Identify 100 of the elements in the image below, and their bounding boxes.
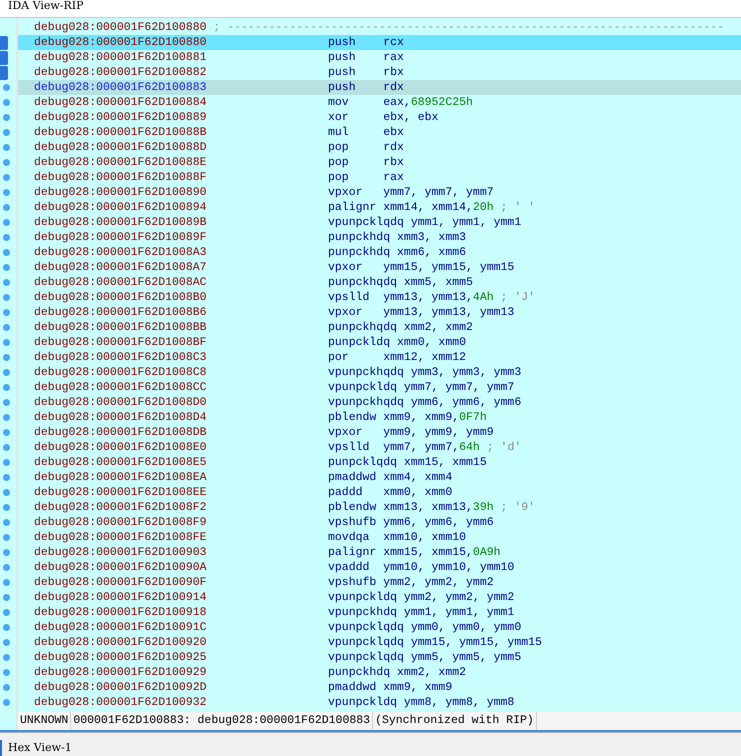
jump-marker-icon[interactable]: [0, 36, 8, 50]
address-label: debug028:000001F62D1008F2: [34, 500, 208, 516]
listing-row[interactable]: debug028:000001F62D1008E5 punpcklqdq xmm15, xmm15: [18, 455, 741, 470]
listing-row[interactable]: debug028:000001F62D100894 palignr xmm14, xmm14,20h ; ' ': [18, 200, 741, 215]
operands: ymm7, ymm7, ymm7: [404, 380, 514, 396]
address-label: debug028:000001F62D10088E: [34, 154, 208, 171]
status-field: 000001F62D100883: debug028:000001F62D100883: [71, 712, 374, 730]
listing-row[interactable]: debug028:000001F62D1008AC punpckhqdq xmm5, xmm5: [18, 275, 741, 290]
operands: xmm2, xmm2: [397, 664, 466, 681]
listing-row[interactable]: debug028:000001F62D1008A3 punpckhdq xmm6, xmm6: [18, 245, 741, 260]
listing-row[interactable]: debug028:000001F62D1008DB vpxor ymm9, ymm9, ymm9: [18, 425, 741, 440]
address-label: debug028:000001F62D10089B: [34, 214, 208, 231]
mnemonic: punpckhdq: [328, 244, 392, 261]
listing-row[interactable]: debug028:000001F62D1008B0 vpslld ymm13, ymm13,4Ah ; 'J': [18, 290, 741, 305]
address-label: debug028:000001F62D100890: [34, 184, 208, 201]
listing-row[interactable]: debug028:000001F62D100890 vpxor ymm7, ymm7, ymm7: [18, 185, 741, 200]
operands: rdx: [383, 140, 404, 156]
listing-row[interactable]: debug028:000001F62D1008A7 vpxor ymm15, ymm15, ymm15: [18, 260, 741, 275]
listing-row[interactable]: debug028:000001F62D1008FE movdqa xmm10, xmm10: [18, 530, 741, 545]
comment: ; 'J': [500, 290, 536, 306]
address-label: debug028:000001F62D1008EE: [34, 484, 208, 501]
address-label: debug028:000001F62D10091C: [34, 620, 208, 636]
address-label: debug028:000001F62D1008EA: [34, 470, 208, 486]
listing-row[interactable]: debug028:000001F62D10090A vpaddd ymm10, ymm10, ymm10: [18, 560, 741, 575]
operands: ymm1, ymm1, ymm1: [410, 214, 522, 231]
listing-row[interactable]: debug028:000001F62D100889 xor ebx, ebx: [18, 110, 741, 125]
operands: ymm7, ymm7,: [383, 440, 460, 456]
listing-row[interactable]: debug028:000001F62D1008B6 vpxor ymm13, ymm13, ymm13: [18, 305, 741, 320]
window-title: IDA View-RIP: [8, 0, 84, 12]
mnemonic: por: [328, 350, 350, 366]
address-label: debug028:000001F62D1008C8: [34, 364, 208, 381]
listing-row[interactable]: debug028:000001F62D10092D pmaddwd xmm9, xmm9: [18, 680, 741, 695]
listing-row[interactable]: debug028:000001F62D100880 ; ------------------------------------------------------------------------: [18, 20, 741, 35]
listing-row[interactable]: debug028:000001F62D100918 vpunpckhdq ymm1, ymm1, ymm1: [18, 605, 741, 620]
mnemonic: palignr: [328, 200, 378, 216]
listing-row[interactable]: debug028:000001F62D1008C3 por xmm12, xmm12: [18, 350, 741, 365]
listing-row[interactable]: debug028:000001F62D1008EA pmaddwd xmm4, xmm4: [18, 470, 741, 485]
mnemonic: pop: [328, 170, 350, 186]
listing-row[interactable]: debug028:000001F62D100903 palignr xmm15, xmm15,0A9h: [18, 545, 741, 560]
operands: xmm3, xmm3: [397, 230, 466, 246]
listing-row[interactable]: debug028:000001F62D1008CC vpunpckldq ymm7, ymm7, ymm7: [18, 380, 741, 395]
listing-row[interactable]: debug028:000001F62D1008F2 pblendw xmm13, xmm13,39h ; '9': [18, 500, 741, 515]
listing-row[interactable]: debug028:000001F62D10088F pop rax: [18, 170, 741, 185]
address-label: debug028:000001F62D100881: [34, 50, 208, 66]
address-label: debug028:000001F62D1008B0: [34, 290, 208, 306]
listing-row[interactable]: debug028:000001F62D100920 vpunpcklqdq ymm15, ymm15, ymm15: [18, 635, 741, 650]
status-field: (Synchronized with RIP): [373, 712, 537, 730]
listing-row[interactable]: debug028:000001F62D100914 vpunpckldq ymm2, ymm2, ymm2: [18, 590, 741, 605]
operands: xmm0, xmm0: [383, 484, 452, 501]
tab-title[interactable]: Hex View-1: [8, 740, 72, 756]
mnemonic: vpaddd: [328, 560, 370, 576]
address-label: debug028:000001F62D100880: [34, 34, 208, 51]
listing-row[interactable]: debug028:000001F62D10089F punpckhdq xmm3, xmm3: [18, 230, 741, 245]
listing-row[interactable]: debug028:000001F62D100880 push rcx: [18, 35, 741, 50]
listing-row[interactable]: debug028:000001F62D100884 mov eax,68952C25h: [18, 95, 741, 110]
listing-row[interactable]: debug028:000001F62D10088D pop rdx: [18, 140, 741, 155]
operands: ymm0, ymm0, ymm0: [410, 620, 522, 636]
listing-row[interactable]: debug028:000001F62D10089B vpunpcklqdq ymm1, ymm1, ymm1: [18, 215, 741, 230]
address-label: debug028:000001F62D1008A7: [34, 260, 208, 276]
address-label: debug028:000001F62D1008D4: [34, 410, 208, 426]
mnemonic: pmaddwd: [328, 470, 378, 486]
mnemonic: vpunpckldq: [328, 694, 398, 710]
operands: ymm5, ymm5, ymm5: [410, 650, 522, 666]
listing-row[interactable]: debug028:000001F62D1008D4 pblendw xmm9, xmm9,0F7h: [18, 410, 741, 425]
listing-row[interactable]: debug028:000001F62D100929 punpckhdq xmm2, xmm2: [18, 665, 741, 680]
mnemonic: vpunpcklqdq: [328, 634, 405, 651]
listing-row[interactable]: debug028:000001F62D1008BB punpckhqdq xmm2, xmm2: [18, 320, 741, 335]
listing-row[interactable]: debug028:000001F62D10088E pop rbx: [18, 155, 741, 170]
listing-row[interactable]: debug028:000001F62D1008EE paddd xmm0, xmm0: [18, 485, 741, 500]
mnemonic: vpunpcklqdq: [328, 650, 405, 666]
listing-row[interactable]: debug028:000001F62D1008D0 vpunpckhqdq ymm6, ymm6, ymm6: [18, 395, 741, 410]
operands: ymm2, ymm2, ymm2: [383, 574, 494, 591]
listing-row[interactable]: debug028:000001F62D100883 push rdx: [18, 80, 741, 95]
address-label: debug028:000001F62D10090A: [34, 560, 208, 576]
listing-row[interactable]: debug028:000001F62D10090F vpshufb ymm2, ymm2, ymm2: [18, 575, 741, 590]
address-label: debug028:000001F62D100932: [34, 694, 208, 710]
mnemonic: push: [328, 64, 357, 81]
address-label: debug028:000001F62D10088B: [34, 124, 208, 141]
listing-row[interactable]: debug028:000001F62D10091C vpunpcklqdq ymm0, ymm0, ymm0: [18, 620, 741, 635]
mnemonic: punpckhdq: [328, 230, 392, 246]
listing-row[interactable]: debug028:000001F62D1008BF punpckldq xmm0, xmm0: [18, 335, 741, 350]
address-label: debug028:000001F62D100903: [34, 544, 208, 561]
jump-marker-icon[interactable]: [0, 66, 8, 80]
listing-row[interactable]: debug028:000001F62D100932 vpunpckldq ymm8, ymm8, ymm8: [18, 695, 741, 710]
listing-row[interactable]: debug028:000001F62D100882 push rbx: [18, 65, 741, 80]
mnemonic: paddd: [328, 484, 364, 501]
listing-row[interactable]: debug028:000001F62D1008C8 vpunpckhqdq ymm3, ymm3, ymm3: [18, 365, 741, 380]
address-label: debug028:000001F62D1008BB: [34, 320, 208, 336]
operands: rax: [383, 50, 404, 66]
listing-row[interactable]: debug028:000001F62D100881 push rax: [18, 50, 741, 65]
operands: rcx: [383, 34, 404, 51]
listing-row[interactable]: debug028:000001F62D1008F9 vpshufb ymm6, ymm6, ymm6: [18, 515, 741, 530]
immediate-value: 0F7h: [459, 410, 487, 426]
mnemonic: mov: [328, 94, 350, 111]
listing-row[interactable]: debug028:000001F62D100925 vpunpcklqdq ymm5, ymm5, ymm5: [18, 650, 741, 665]
listing-row[interactable]: debug028:000001F62D1008E0 vpslld ymm7, ymm7,64h ; 'd': [18, 440, 741, 455]
immediate-value: 64h: [459, 440, 480, 456]
jump-marker-icon[interactable]: [0, 50, 8, 64]
listing-row[interactable]: debug028:000001F62D10088B mul ebx: [18, 125, 741, 140]
operands: xmm12, xmm12: [383, 350, 466, 366]
